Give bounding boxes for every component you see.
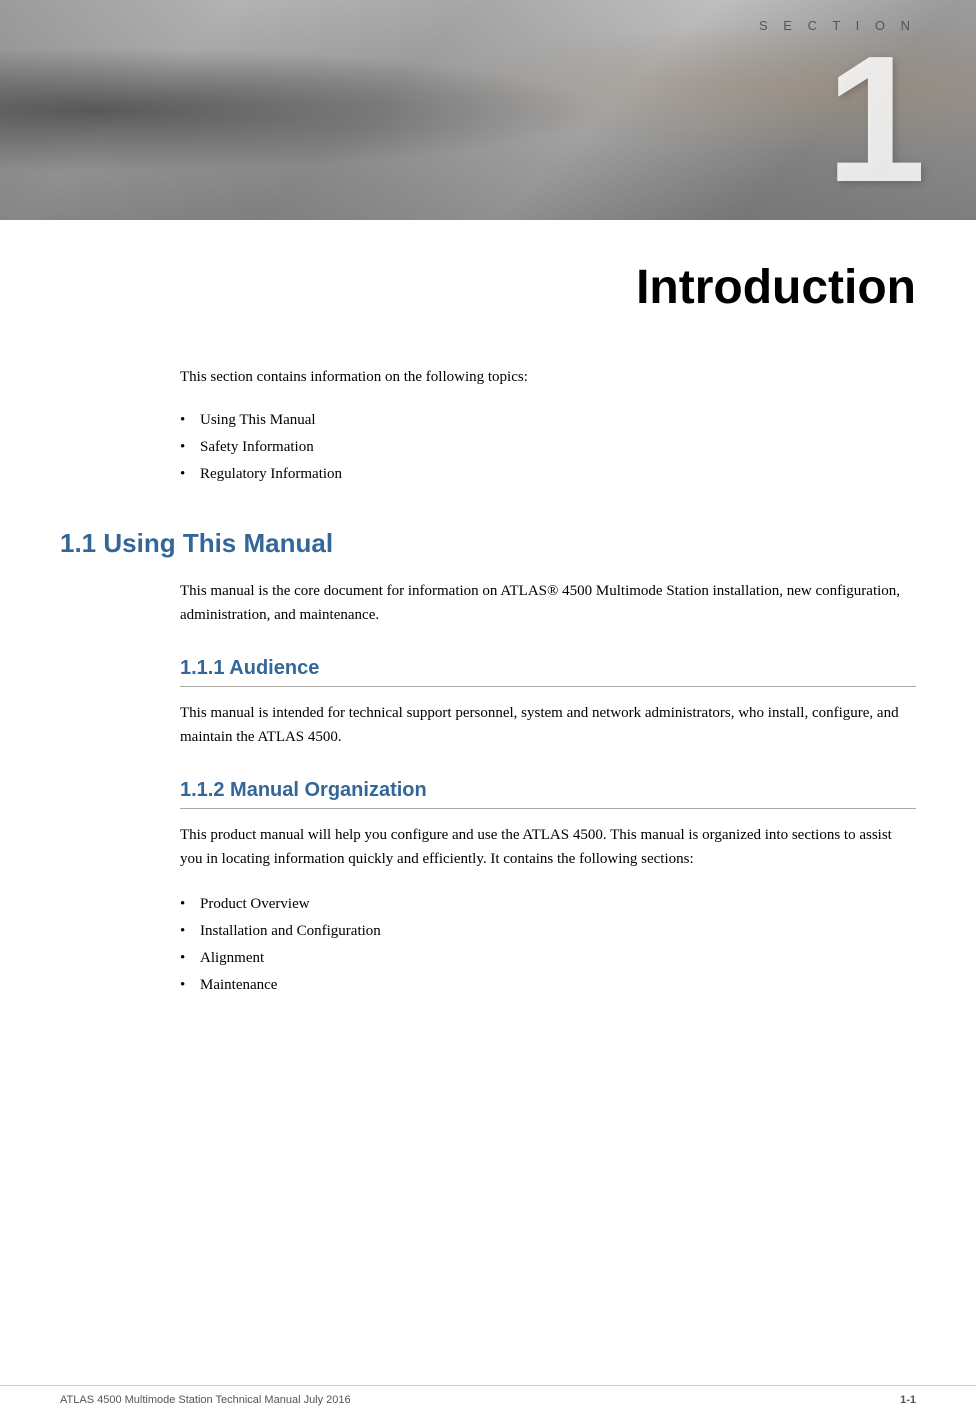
list-item: Maintenance xyxy=(180,972,916,999)
section-1-1-1-heading: 1.1.1 Audience xyxy=(180,657,916,687)
intro-paragraph: This section contains information on the… xyxy=(180,365,916,389)
page-footer: ATLAS 4500 Multimode Station Technical M… xyxy=(0,1385,976,1406)
list-item: Safety Information xyxy=(180,434,916,461)
footer-page-number: 1-1 xyxy=(900,1394,916,1406)
list-item: Installation and Configuration xyxy=(180,918,916,945)
section-1-1-heading: 1.1 Using This Manual xyxy=(60,528,916,559)
section-1-1-1-body: This manual is intended for technical su… xyxy=(180,701,916,749)
footer-left-text: ATLAS 4500 Multimode Station Technical M… xyxy=(60,1394,351,1406)
main-content: Introduction This section contains infor… xyxy=(0,260,976,1109)
list-item: Regulatory Information xyxy=(180,461,916,488)
section-1-1-body: This manual is the core document for inf… xyxy=(180,579,916,627)
chapter-title: Introduction xyxy=(60,260,916,325)
manual-org-bullet-list: Product Overview Installation and Config… xyxy=(180,891,916,999)
list-item: Product Overview xyxy=(180,891,916,918)
list-item: Alignment xyxy=(180,945,916,972)
header-banner: S E C T I O N 1 xyxy=(0,0,976,220)
list-item: Using This Manual xyxy=(180,407,916,434)
section-1-1-2-body: This product manual will help you config… xyxy=(180,823,916,871)
section-number: 1 xyxy=(826,30,926,210)
section-1-1-2-heading: 1.1.2 Manual Organization xyxy=(180,779,916,809)
intro-bullet-list: Using This Manual Safety Information Reg… xyxy=(180,407,916,488)
